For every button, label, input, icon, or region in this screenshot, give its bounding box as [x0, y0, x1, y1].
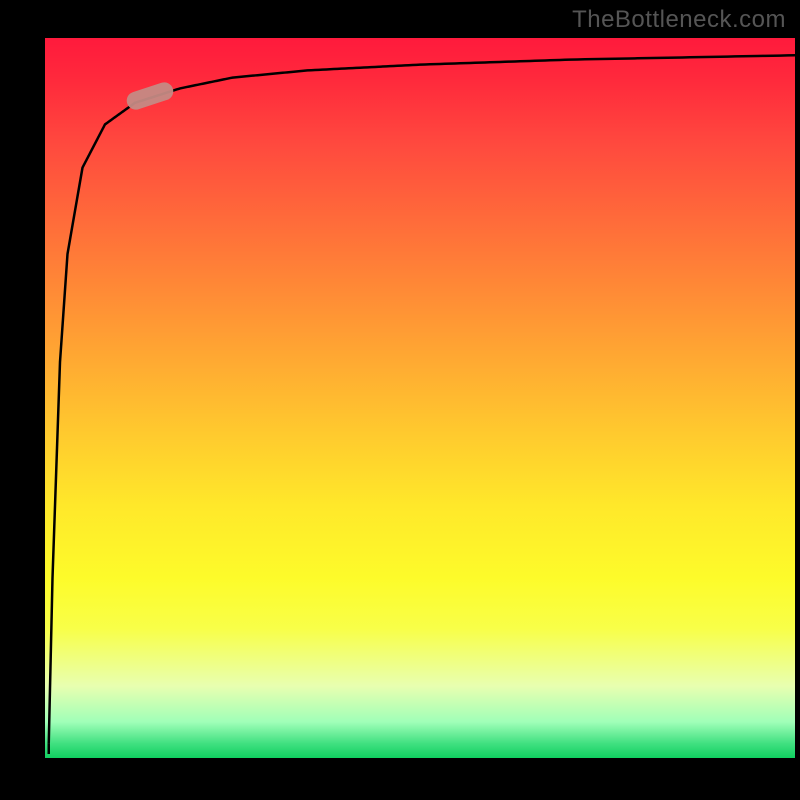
- attribution-text: TheBottleneck.com: [572, 6, 786, 34]
- chart-curve: [45, 38, 795, 758]
